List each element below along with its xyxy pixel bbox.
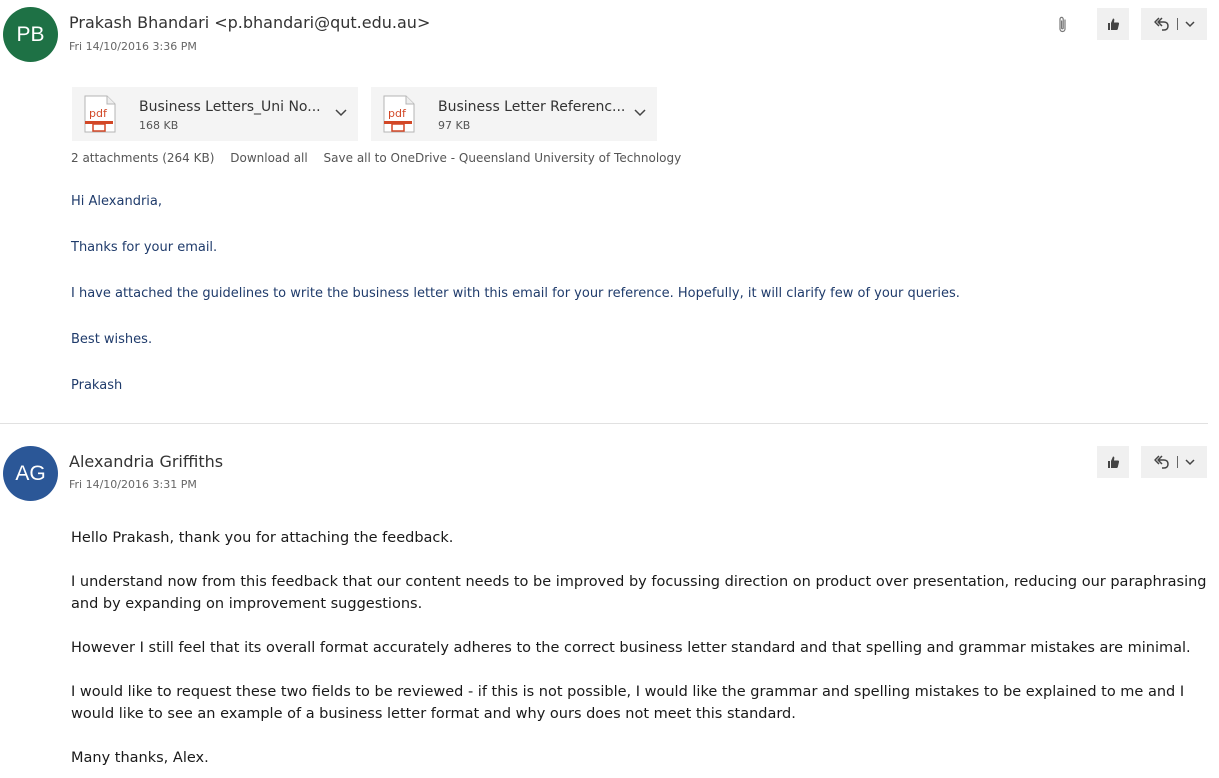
email-message-prakash: PB Prakash Bhandari <p.bhandari@qut.edu.… xyxy=(0,0,1219,424)
message-date: Fri 14/10/2016 3:31 PM xyxy=(69,478,197,491)
save-to-onedrive-link[interactable]: Save all to OneDrive - Queensland Univer… xyxy=(324,151,682,165)
avatar[interactable]: AG xyxy=(3,446,58,501)
attachment-card[interactable]: pdf Business Letter Referenc... 97 KB xyxy=(371,87,657,141)
pdf-icon: pdf xyxy=(84,95,116,133)
body-paragraph: Prakash xyxy=(71,378,123,393)
body-paragraph: However I still feel that its overall fo… xyxy=(71,640,1191,656)
body-paragraph: Hello Prakash, thank you for attaching t… xyxy=(71,530,454,546)
thumbs-up-icon xyxy=(1108,456,1120,468)
attachment-card[interactable]: pdf Business Letters_Uni No... 168 KB xyxy=(72,87,358,141)
body-paragraph: I have attached the guidelines to write … xyxy=(71,286,960,301)
chevron-down-icon[interactable] xyxy=(633,106,647,120)
like-button[interactable] xyxy=(1097,8,1129,40)
attachment-size: 168 KB xyxy=(139,119,179,132)
avatar[interactable]: PB xyxy=(3,7,58,62)
pdf-icon: pdf xyxy=(383,95,415,133)
reply-all-button[interactable] xyxy=(1141,446,1207,478)
reply-all-button[interactable] xyxy=(1141,8,1207,40)
paperclip-icon xyxy=(1059,16,1066,33)
chevron-down-icon[interactable] xyxy=(334,106,348,120)
message-body: Hello Prakash, thank you for attaching t… xyxy=(71,527,1211,778)
body-paragraph: I would like to request these two fields… xyxy=(71,684,1185,722)
body-paragraph: I understand now from this feedback that… xyxy=(71,574,1207,612)
reply-all-icon xyxy=(1153,17,1169,31)
message-body: Hi Alexandria, Thanks for your email. I … xyxy=(71,191,1201,421)
message-date: Fri 14/10/2016 3:36 PM xyxy=(69,40,197,53)
sender-name[interactable]: Alexandria Griffiths xyxy=(69,452,223,471)
attachment-size: 97 KB xyxy=(438,119,471,132)
download-all-link[interactable]: Download all xyxy=(230,151,307,165)
body-paragraph: Best wishes. xyxy=(71,332,153,347)
svg-text:pdf: pdf xyxy=(388,107,407,120)
attachment-bar: 2 attachments (264 KB) Download all Save… xyxy=(71,151,681,165)
chevron-down-icon[interactable] xyxy=(1184,456,1196,468)
attachment-name: Business Letter Referenc... xyxy=(438,99,626,115)
chevron-down-icon[interactable] xyxy=(1184,18,1196,30)
attachment-name: Business Letters_Uni No... xyxy=(139,99,321,115)
body-paragraph: Many thanks, Alex. xyxy=(71,750,209,766)
email-message-alexandria: AG Alexandria Griffiths Fri 14/10/2016 3… xyxy=(0,424,1219,778)
avatar-initials: AG xyxy=(15,461,46,485)
sender-name[interactable]: Prakash Bhandari <p.bhandari@qut.edu.au> xyxy=(69,13,430,32)
thumbs-up-icon xyxy=(1108,18,1120,30)
like-button[interactable] xyxy=(1097,446,1129,478)
svg-text:pdf: pdf xyxy=(89,107,108,120)
body-paragraph: Thanks for your email. xyxy=(71,240,218,255)
avatar-initials: PB xyxy=(16,22,45,46)
body-paragraph: Hi Alexandria, xyxy=(71,194,162,209)
attachment-summary: 2 attachments (264 KB) xyxy=(71,151,215,165)
reply-all-icon xyxy=(1153,455,1169,469)
